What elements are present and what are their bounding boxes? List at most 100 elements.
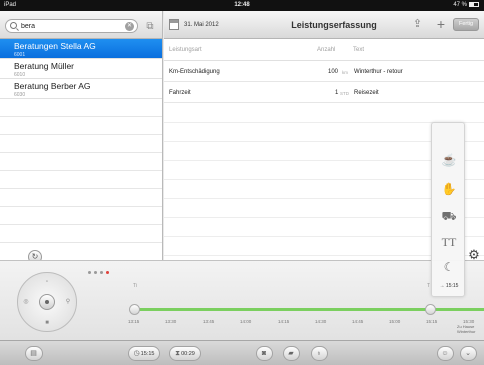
empty-row <box>0 189 162 207</box>
clear-search-icon[interactable]: ✕ <box>125 22 134 31</box>
microphone-button[interactable]: ♁ <box>311 346 328 361</box>
microphone-icon: ♁ <box>316 350 322 357</box>
empty-row <box>0 171 162 189</box>
client-code: 6010 <box>14 72 26 78</box>
camera-button[interactable]: ◙ <box>256 346 273 361</box>
timeline-tick: 13:30 <box>165 319 177 324</box>
filter-icon[interactable]: ⧉ <box>144 21 156 32</box>
duration-button[interactable]: ⧗00:29 <box>169 346 201 361</box>
dial-up-icon[interactable]: ▫ <box>43 278 51 286</box>
palette-time: → 15:15 <box>439 283 459 289</box>
done-button[interactable]: Fertig <box>453 18 479 31</box>
dial-left-icon[interactable]: ◎ <box>22 298 30 306</box>
timeline-tick: 14:30 <box>315 319 327 324</box>
time-dashboard: ▫ ◎ ⚲ ■ Ti T 13:15 13:30 13:45 14:00 14:… <box>0 260 484 340</box>
table-header: Leistungsart Anzahl Text <box>164 39 484 61</box>
search-field[interactable]: ✕ <box>5 19 138 33</box>
client-name: Beratung Müller <box>14 61 75 71</box>
clock: 12:48 <box>234 2 250 8</box>
cell-count: 1 <box>335 90 339 96</box>
gear-icon[interactable]: ⚙ <box>467 248 481 262</box>
battery-status: 47 % <box>453 2 479 8</box>
cell-count: 100 <box>328 69 339 75</box>
search-bar: ✕ ⧉ <box>0 11 162 39</box>
dial-search-icon[interactable]: ⚲ <box>64 298 72 306</box>
status-bar: iPad 12:48 47 % <box>0 0 484 11</box>
coffee-cup-icon[interactable]: ☕ <box>436 151 462 169</box>
search-icon <box>10 22 17 29</box>
share-icon[interactable]: ⇪ <box>411 19 424 30</box>
cell-text: Winterthur - retour <box>354 69 403 75</box>
hand-icon[interactable]: ✋ <box>436 180 462 198</box>
hourglass-icon: ⧗ <box>175 350 181 357</box>
moon-icon[interactable]: ☾ <box>436 258 462 276</box>
empty-row <box>0 225 162 243</box>
cell-type: Km-Entschädigung <box>169 69 220 75</box>
client-code: 6030 <box>14 92 26 98</box>
clock-icon: ◷ <box>133 350 140 357</box>
page-indicator <box>88 269 112 276</box>
video-button[interactable]: ▰ <box>283 346 300 361</box>
add-icon[interactable]: + <box>435 17 447 31</box>
page-title: Leistungserfassung <box>291 20 377 30</box>
entry-date[interactable]: 31. Mai 2012 <box>184 22 219 28</box>
chevron-down-icon: ⌄ <box>465 350 471 357</box>
empty-row <box>0 207 162 225</box>
empty-row <box>0 243 162 260</box>
empty-row <box>164 104 484 123</box>
timeline-end-handle[interactable] <box>425 304 436 315</box>
dial-center-button[interactable] <box>39 294 55 310</box>
font-icon[interactable]: TT <box>436 233 462 251</box>
camera-icon: ◙ <box>261 350 267 357</box>
page-dot <box>100 271 103 274</box>
cell-unit: km <box>342 70 348 75</box>
page-dot <box>94 271 97 274</box>
empty-row <box>0 117 162 135</box>
battery-percent: 47 % <box>453 2 467 8</box>
timeline-tick: 15:15 <box>426 319 438 324</box>
timeline-note: Zu Hause Winterthur <box>457 324 476 334</box>
page-dot-active <box>106 271 109 274</box>
client-list: Beratungen Stella AG 6001 Beratung Mülle… <box>0 39 162 260</box>
notes-button[interactable]: ▤ <box>25 346 43 361</box>
column-header-count: Anzahl <box>317 47 336 53</box>
page-dot <box>88 271 91 274</box>
client-name: Beratung Berber AG <box>14 81 91 91</box>
timeline-tick: 15:00 <box>389 319 401 324</box>
timeline-start-label: Ti <box>133 283 137 289</box>
battery-icon <box>469 2 479 7</box>
dial-lock-icon[interactable]: ■ <box>43 319 51 327</box>
timeline-end-label: T <box>427 283 431 289</box>
empty-row <box>0 153 162 171</box>
category-palette: ☕ ✋ ⛟ TT ☾ → 15:15 <box>431 122 465 297</box>
cell-text: Reisezeit <box>354 90 379 96</box>
list-item[interactable]: Beratung Müller 6010 <box>0 59 162 79</box>
car-icon[interactable]: ⛟ <box>436 207 462 225</box>
clock-in-button[interactable]: ◷15:15 <box>128 346 160 361</box>
navigation-dial[interactable]: ▫ ◎ ⚲ ■ <box>17 272 77 332</box>
timeline-tick: 14:45 <box>352 319 364 324</box>
client-list-pane: ✕ ⧉ Beratungen Stella AG 6001 Beratung M… <box>0 11 163 260</box>
nav-bar: 31. Mai 2012 Leistungserfassung ⇪ + Fert… <box>164 11 484 39</box>
list-item[interactable]: Beratung Berber AG 6030 <box>0 79 162 99</box>
timeline-tick: 13:15 <box>128 319 140 324</box>
cell-type: Fahrzeit <box>169 90 191 96</box>
column-header-text: Text <box>353 47 365 53</box>
collapse-button[interactable]: ⌄ <box>460 346 477 361</box>
list-item[interactable]: Beratungen Stella AG 6001 <box>0 39 162 59</box>
bottom-toolbar: ▤ ◷15:15 ⧗00:29 ◙ ▰ ♁ ☺ ⌄ <box>0 340 484 365</box>
table-row[interactable]: Fahrzeit 1 STD Reisezeit <box>164 83 484 103</box>
client-code: 6001 <box>14 52 26 58</box>
calendar-icon[interactable] <box>169 19 179 30</box>
empty-row <box>0 135 162 153</box>
table-row[interactable]: Km-Entschädigung 100 km Winterthur - ret… <box>164 62 484 82</box>
document-icon: ▤ <box>30 350 37 357</box>
timeline-tick: 13:45 <box>203 319 215 324</box>
client-name: Beratungen Stella AG <box>14 41 96 51</box>
duration-value: 00:29 <box>181 351 195 357</box>
timeline-start-handle[interactable] <box>129 304 140 315</box>
search-input[interactable] <box>21 21 121 31</box>
user-icon: ☺ <box>441 350 449 357</box>
user-button[interactable]: ☺ <box>437 346 454 361</box>
clock-in-time: 15:15 <box>140 351 155 357</box>
